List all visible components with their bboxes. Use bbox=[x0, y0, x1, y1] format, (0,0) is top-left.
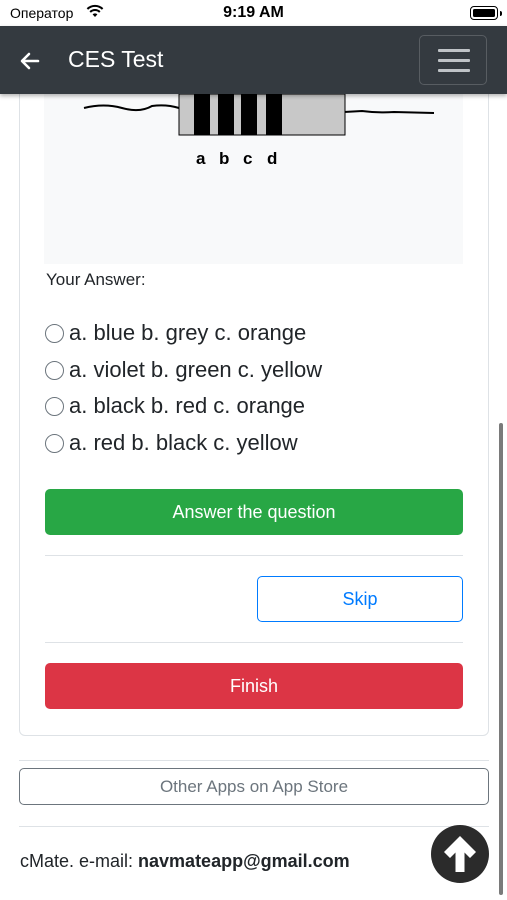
resistor-diagram: a b c d bbox=[83, 94, 435, 168]
answer-question-button[interactable]: Answer the question bbox=[45, 489, 463, 535]
divider bbox=[19, 826, 489, 827]
answer-option-label: a. violet b. green c. yellow bbox=[69, 357, 323, 382]
answer-option-label: a. red b. black c. yellow bbox=[69, 430, 298, 455]
status-time: 9:19 AM bbox=[223, 4, 284, 21]
answer-option-label: a. blue b. grey c. orange bbox=[69, 320, 307, 345]
divider bbox=[45, 642, 463, 643]
your-answer-label: Your Answer: bbox=[46, 270, 146, 289]
navbar: CES Test bbox=[0, 26, 507, 94]
divider bbox=[45, 555, 463, 556]
radio-button[interactable] bbox=[45, 396, 64, 416]
band-label-b: b bbox=[219, 149, 229, 168]
page-title: CES Test bbox=[68, 46, 164, 72]
radio-button[interactable] bbox=[45, 323, 64, 343]
footer-email[interactable]: navmateapp@gmail.com bbox=[138, 851, 350, 871]
footer-contact: cMate. e-mail: navmateapp@gmail.com bbox=[20, 851, 350, 872]
band-label-c: c bbox=[243, 149, 252, 168]
divider bbox=[19, 760, 489, 761]
skip-button[interactable]: Skip bbox=[257, 576, 463, 622]
radio-button[interactable] bbox=[45, 433, 64, 453]
answer-option-label: a. black b. red c. orange bbox=[69, 393, 306, 418]
answer-option-3[interactable]: a. black b. red c. orange bbox=[45, 391, 305, 421]
menu-icon-bar bbox=[438, 59, 470, 62]
hamburger-menu-button[interactable] bbox=[419, 35, 487, 85]
menu-icon-bar bbox=[438, 69, 470, 72]
band-label-d: d bbox=[267, 149, 277, 168]
answer-option-1[interactable]: a. blue b. grey c. orange bbox=[45, 318, 306, 348]
finish-button[interactable]: Finish bbox=[45, 663, 463, 709]
answer-option-4[interactable]: a. red b. black c. yellow bbox=[45, 428, 298, 458]
battery-icon bbox=[470, 6, 502, 20]
scroll-to-top-button[interactable] bbox=[431, 825, 489, 883]
scrollbar[interactable] bbox=[499, 423, 503, 895]
answer-option-2[interactable]: a. violet b. green c. yellow bbox=[45, 355, 322, 385]
menu-icon-bar bbox=[438, 49, 470, 52]
footer-prefix: cMate. e-mail: bbox=[20, 851, 139, 871]
back-arrow-icon[interactable] bbox=[18, 49, 42, 73]
resistor-figure: a b c d bbox=[44, 94, 463, 264]
band-label-a: a bbox=[196, 149, 206, 168]
other-apps-button[interactable]: Other Apps on App Store bbox=[19, 768, 489, 805]
radio-button[interactable] bbox=[45, 360, 64, 380]
arrow-up-icon bbox=[444, 836, 476, 872]
status-bar: Оператор 9:19 AM bbox=[0, 0, 507, 26]
